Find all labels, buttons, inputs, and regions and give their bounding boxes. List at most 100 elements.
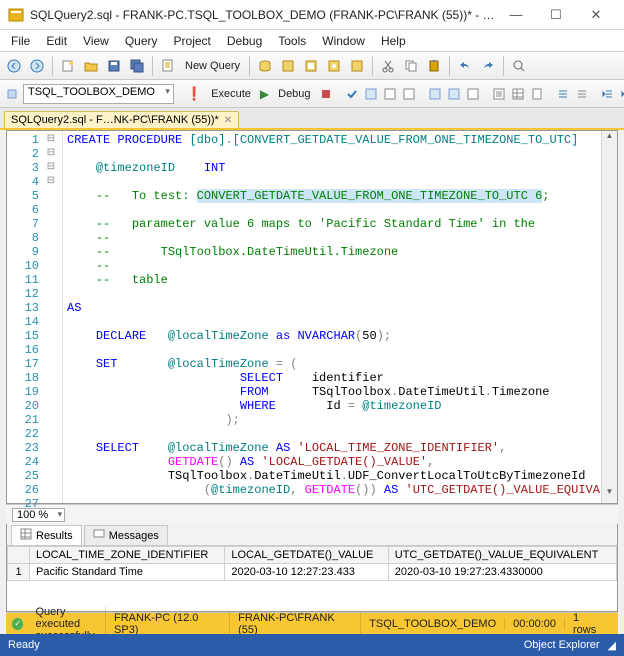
editor-gutter: 1234567891011121314151617181920212223242… <box>7 131 63 503</box>
menu-debug[interactable]: Debug <box>220 32 269 50</box>
code-editor[interactable]: 1234567891011121314151617181920212223242… <box>6 130 618 504</box>
close-tab-icon[interactable]: ✕ <box>224 115 232 126</box>
scroll-up-icon[interactable]: ▲ <box>602 131 617 147</box>
forward-button[interactable] <box>27 56 47 76</box>
window-maximize-button[interactable]: ☐ <box>536 3 576 27</box>
increase-indent-button[interactable] <box>619 84 624 104</box>
cell[interactable]: Pacific Standard Time <box>30 564 225 581</box>
cell[interactable]: 2020-03-10 19:27:23.4330000 <box>388 564 616 581</box>
connect-button[interactable] <box>4 84 20 104</box>
status-rowcount: 1 rows <box>565 612 612 636</box>
paste-button[interactable] <box>424 56 444 76</box>
database-dropdown[interactable]: TSQL_TOOLBOX_DEMO <box>23 84 174 104</box>
status-database: TSQL_TOOLBOX_DEMO <box>361 618 505 630</box>
toolbar-separator <box>503 56 504 76</box>
intellisense-button[interactable] <box>401 84 417 104</box>
status-elapsed: 00:00:00 <box>505 618 565 630</box>
save-button[interactable] <box>104 56 124 76</box>
open-file-button[interactable] <box>81 56 101 76</box>
status-ready: Ready <box>8 639 40 651</box>
column-header[interactable]: LOCAL_GETDATE()_VALUE <box>225 547 388 564</box>
results-grid[interactable]: LOCAL_TIME_ZONE_IDENTIFIERLOCAL_GETDATE(… <box>7 546 617 611</box>
comment-button[interactable] <box>555 84 571 104</box>
menu-project[interactable]: Project <box>167 32 218 50</box>
menu-bar: File Edit View Query Project Debug Tools… <box>0 30 624 52</box>
copy-button[interactable] <box>401 56 421 76</box>
menu-file[interactable]: File <box>4 32 37 50</box>
messages-tab[interactable]: Messages <box>84 525 168 545</box>
success-icon: ✓ <box>12 618 23 630</box>
cut-button[interactable] <box>378 56 398 76</box>
status-login: FRANK-PC\FRANK (55) <box>230 612 361 636</box>
window-close-button[interactable]: ✕ <box>576 3 616 27</box>
new-project-button[interactable] <box>58 56 78 76</box>
menu-help[interactable]: Help <box>374 32 413 50</box>
mdx-query-icon[interactable] <box>301 56 321 76</box>
messages-icon <box>93 528 105 543</box>
engine-query-icon[interactable] <box>255 56 275 76</box>
grid-icon <box>20 528 32 543</box>
results-grid-button[interactable] <box>510 84 526 104</box>
results-tab-label: Results <box>36 530 73 542</box>
line-numbers: 1234567891011121314151617181920212223242… <box>7 131 43 503</box>
menu-view[interactable]: View <box>76 32 116 50</box>
messages-tab-label: Messages <box>109 530 159 542</box>
cell[interactable]: 2020-03-10 12:27:23.433 <box>225 564 388 581</box>
scroll-down-icon[interactable]: ▼ <box>602 487 617 503</box>
column-header[interactable]: LOCAL_TIME_ZONE_IDENTIFIER <box>30 547 225 564</box>
execute-icon: ❗ <box>186 86 202 102</box>
results-tab[interactable]: Results <box>11 525 82 545</box>
execute-button[interactable]: Execute <box>207 88 255 100</box>
column-header[interactable]: UTC_GETDATE()_VALUE_EQUIVALENT <box>388 547 616 564</box>
toolbar-separator <box>372 56 373 76</box>
editor-footer: 100 % <box>6 504 618 524</box>
zoom-dropdown[interactable]: 100 % <box>12 508 65 522</box>
find-button[interactable] <box>509 56 529 76</box>
window-minimize-button[interactable]: — <box>496 3 536 27</box>
menu-tools[interactable]: Tools <box>271 32 313 50</box>
menu-window[interactable]: Window <box>315 32 372 50</box>
include-stats-button[interactable] <box>446 84 462 104</box>
document-tab-strip: SQLQuery2.sql - F…NK-PC\FRANK (55))* ✕ <box>0 108 624 130</box>
resize-grip-icon[interactable]: ◢ <box>608 639 616 652</box>
include-plan-button[interactable] <box>427 84 443 104</box>
new-query-label[interactable]: New Query <box>181 60 244 72</box>
results-file-button[interactable] <box>529 84 545 104</box>
back-button[interactable] <box>4 56 24 76</box>
decrease-indent-button[interactable] <box>600 84 616 104</box>
query-status-bar: ✓ Query executed successfully. FRANK-PC … <box>6 612 618 634</box>
analysis-query-icon[interactable] <box>278 56 298 76</box>
dmx-query-icon[interactable] <box>324 56 344 76</box>
document-tab-label: SQLQuery2.sql - F…NK-PC\FRANK (55))* <box>11 114 219 126</box>
menu-edit[interactable]: Edit <box>39 32 74 50</box>
toolbar-separator <box>152 56 153 76</box>
window-titlebar: SQLQuery2.sql - FRANK-PC.TSQL_TOOLBOX_DE… <box>0 0 624 30</box>
results-text-button[interactable] <box>491 84 507 104</box>
toolbar-separator <box>249 56 250 76</box>
table-row[interactable]: 1Pacific Standard Time2020-03-10 12:27:2… <box>8 564 617 581</box>
query-options-button[interactable] <box>382 84 398 104</box>
toolbar-separator <box>449 56 450 76</box>
estimated-plan-button[interactable] <box>363 84 379 104</box>
save-all-button[interactable] <box>127 56 147 76</box>
fold-column[interactable]: ⊟ ⊟ ⊟ ⊟ <box>43 131 59 503</box>
cancel-query-button[interactable] <box>318 84 334 104</box>
code-area[interactable]: CREATE PROCEDURE [dbo].[CONVERT_GETDATE_… <box>63 131 617 503</box>
parse-button[interactable] <box>344 84 360 104</box>
status-server: FRANK-PC (12.0 SP3) <box>106 612 230 636</box>
redo-button[interactable] <box>478 56 498 76</box>
results-tab-strip: Results Messages <box>7 524 617 546</box>
toolbar-separator <box>52 56 53 76</box>
new-query-icon[interactable] <box>158 56 178 76</box>
vertical-scrollbar[interactable]: ▲ ▼ <box>601 131 617 503</box>
standard-toolbar: New Query <box>0 52 624 80</box>
debug-icon: ▶ <box>260 87 269 101</box>
window-title: SQLQuery2.sql - FRANK-PC.TSQL_TOOLBOX_DE… <box>30 8 496 22</box>
document-tab[interactable]: SQLQuery2.sql - F…NK-PC\FRANK (55))* ✕ <box>4 111 239 128</box>
debug-button[interactable]: Debug <box>274 88 314 100</box>
uncomment-button[interactable] <box>574 84 590 104</box>
undo-button[interactable] <box>455 56 475 76</box>
sqlcmd-mode-button[interactable] <box>465 84 481 104</box>
xmla-query-icon[interactable] <box>347 56 367 76</box>
menu-query[interactable]: Query <box>118 32 165 50</box>
